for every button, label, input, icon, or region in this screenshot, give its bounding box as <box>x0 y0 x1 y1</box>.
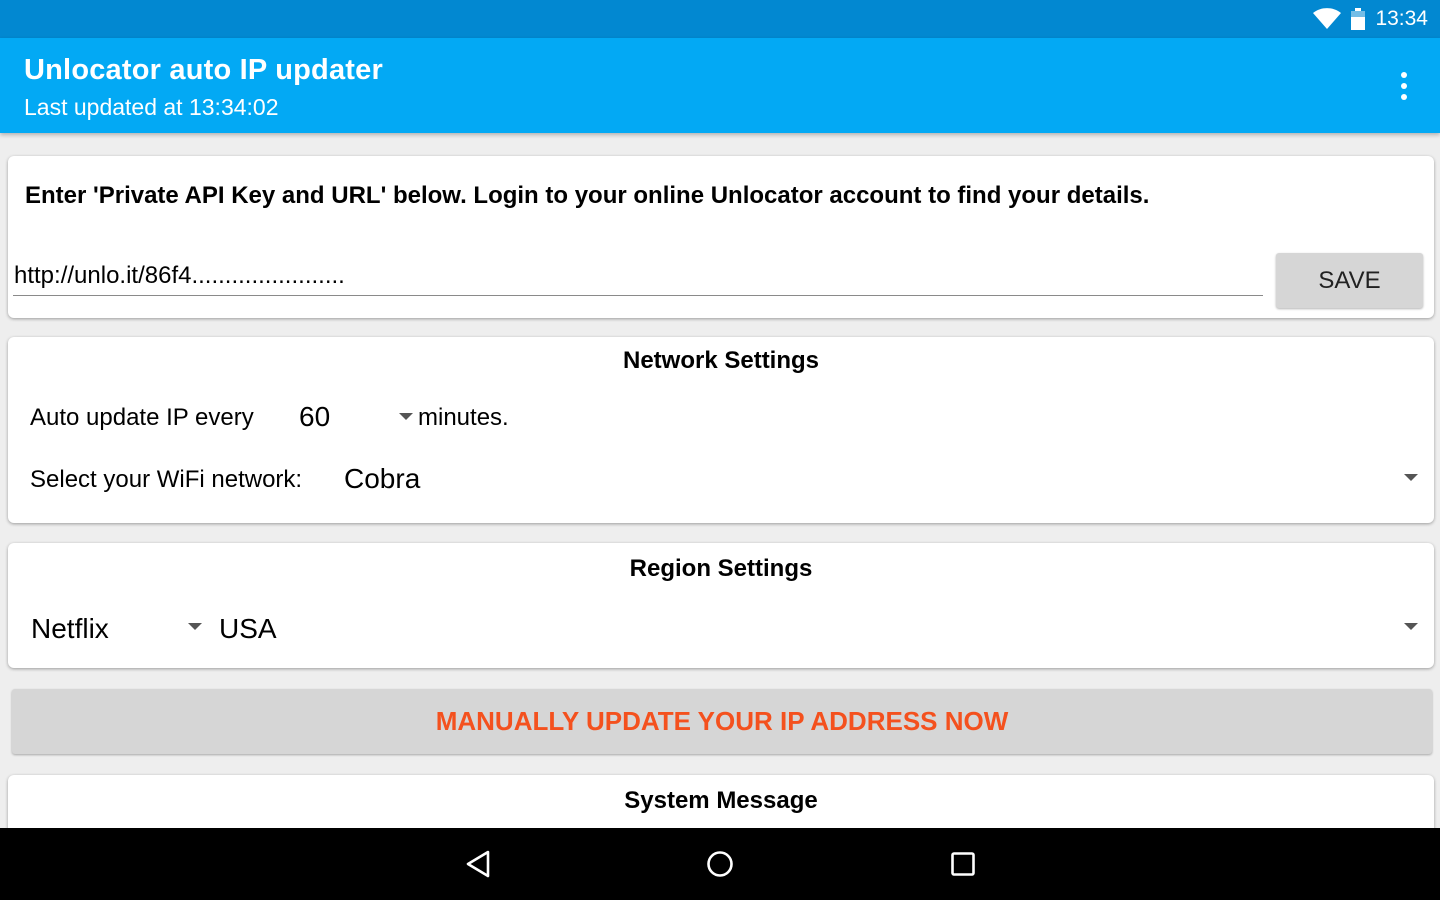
dropdown-arrow-icon <box>1404 474 1418 481</box>
status-bar: 13:34 <box>0 0 1440 38</box>
home-button[interactable] <box>690 840 750 888</box>
back-icon <box>466 850 490 878</box>
battery-icon <box>1351 8 1366 30</box>
region-settings-title: Region Settings <box>629 555 813 582</box>
navigation-bar <box>0 828 1440 900</box>
wifi-network-label: Select your WiFi network: <box>30 466 303 493</box>
interval-spinner[interactable]: 60 <box>293 395 413 439</box>
service-spinner[interactable]: Netflix <box>26 607 202 653</box>
back-button[interactable] <box>448 840 508 888</box>
last-updated-text: Last updated at 13:34:02 <box>24 94 279 120</box>
manual-update-button[interactable]: MANUALLY UPDATE YOUR IP ADDRESS NOW <box>12 689 1432 754</box>
network-settings-card: Network Settings Auto update IP every 60… <box>8 337 1434 523</box>
status-time: 13:34 <box>1375 7 1428 30</box>
country-value: USA <box>219 613 277 644</box>
app-title: Unlocator auto IP updater <box>24 54 383 86</box>
api-instructions: Enter 'Private API Key and URL' below. L… <box>25 182 1150 209</box>
menu-dot <box>1401 83 1407 89</box>
recents-button[interactable] <box>933 840 993 888</box>
home-icon <box>707 851 733 877</box>
auto-update-label: Auto update IP every <box>30 404 254 431</box>
wifi-icon <box>1313 8 1342 29</box>
wifi-network-value: Cobra <box>344 463 421 494</box>
service-value: Netflix <box>31 613 109 644</box>
overflow-menu-icon[interactable] <box>1388 68 1420 104</box>
status-icons: 13:34 <box>1313 0 1428 38</box>
api-url-input[interactable] <box>13 256 1263 296</box>
dropdown-arrow-icon <box>188 623 202 630</box>
menu-dot <box>1401 72 1407 78</box>
api-key-card: Enter 'Private API Key and URL' below. L… <box>8 156 1434 318</box>
recents-icon <box>951 852 975 876</box>
wifi-network-spinner[interactable]: Cobra <box>338 457 1418 503</box>
save-button[interactable]: SAVE <box>1276 253 1423 308</box>
menu-dot <box>1401 94 1407 100</box>
system-message-title: System Message <box>624 787 818 814</box>
dropdown-arrow-icon <box>1404 623 1418 630</box>
country-spinner[interactable]: USA <box>213 607 1418 653</box>
interval-value: 60 <box>299 401 331 432</box>
region-settings-card: Region Settings Netflix USA <box>8 543 1434 668</box>
app-bar: Unlocator auto IP updater Last updated a… <box>0 38 1440 133</box>
minutes-label: minutes. <box>418 404 509 431</box>
network-settings-title: Network Settings <box>622 347 820 374</box>
dropdown-arrow-icon <box>399 413 413 420</box>
